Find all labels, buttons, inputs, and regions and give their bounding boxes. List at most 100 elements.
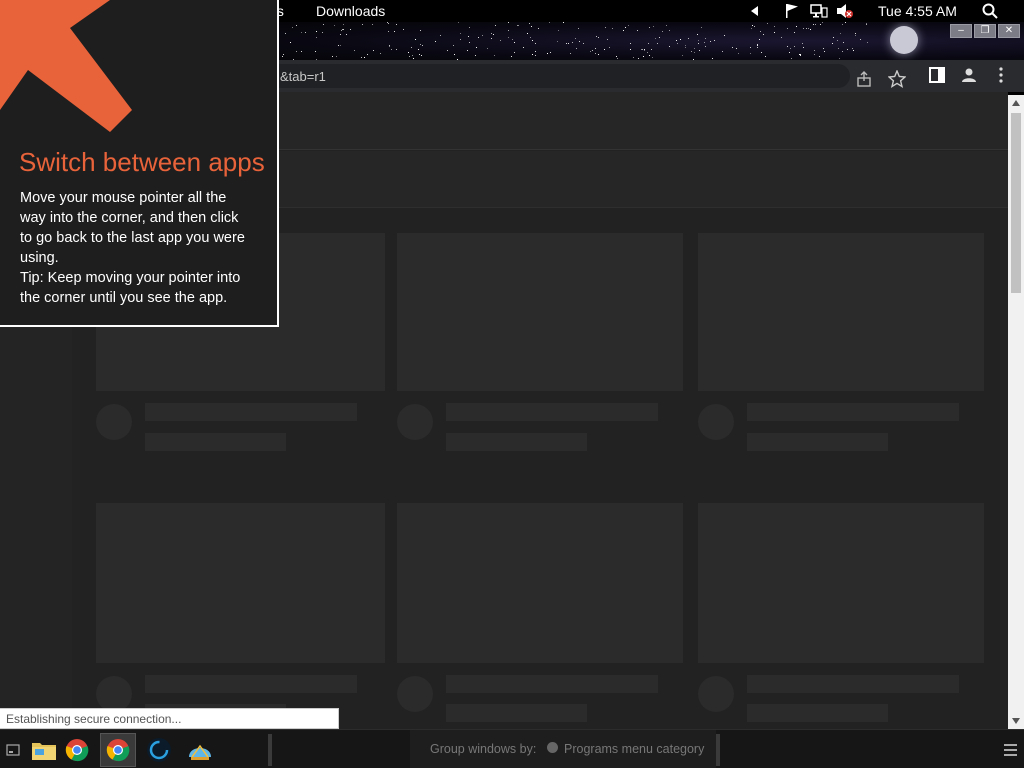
star-decoration	[557, 41, 558, 42]
star-decoration	[644, 49, 645, 50]
star-decoration	[531, 26, 532, 27]
side-panel-icon[interactable]	[928, 66, 948, 86]
star-decoration	[570, 53, 571, 54]
star-decoration	[388, 31, 389, 32]
browser-toolbar: &tab=r1	[270, 60, 1024, 92]
star-decoration	[532, 54, 533, 55]
taskbar: Group windows by: Programs menu category	[0, 729, 1024, 768]
star-decoration	[609, 47, 610, 48]
minimize-button[interactable]: –	[950, 24, 972, 38]
shell-app-icon[interactable]	[182, 733, 218, 767]
title-placeholder	[747, 675, 959, 693]
star-decoration	[389, 46, 390, 47]
star-decoration	[598, 37, 599, 38]
star-decoration	[853, 50, 854, 51]
star-decoration	[808, 28, 809, 29]
star-decoration	[676, 40, 677, 41]
star-decoration	[458, 22, 459, 23]
star-decoration	[705, 46, 706, 47]
star-decoration	[754, 26, 755, 27]
star-decoration	[596, 36, 597, 37]
search-icon[interactable]	[982, 2, 998, 20]
close-button[interactable]: ✕	[998, 24, 1020, 38]
avatar-placeholder	[397, 404, 433, 440]
star-decoration	[460, 39, 461, 40]
share-icon[interactable]	[856, 70, 876, 90]
star-decoration	[482, 35, 483, 36]
flag-icon[interactable]	[784, 2, 800, 20]
star-decoration	[685, 45, 686, 46]
scroll-up-arrow-icon[interactable]	[1012, 100, 1020, 106]
more-menu-icon[interactable]	[992, 66, 1012, 86]
desktop-screen: ts Downloads Tue 4:55 AM – ❐ ✕ &tab=r1	[0, 0, 1024, 768]
downloads-menu[interactable]: Downloads	[316, 3, 385, 19]
sidebar-placeholder	[0, 327, 72, 729]
profile-icon[interactable]	[960, 66, 980, 86]
star-decoration	[712, 58, 713, 59]
star-decoration	[467, 50, 468, 51]
group-windows-setting: Group windows by: Programs menu category	[410, 730, 716, 768]
file-manager-icon[interactable]	[26, 733, 62, 767]
circular-app-icon[interactable]	[141, 733, 177, 767]
scrollbar-thumb[interactable]	[1011, 113, 1021, 293]
connection-status-bubble: Establishing secure connection...	[0, 708, 339, 729]
star-decoration	[296, 25, 297, 26]
star-decoration	[704, 42, 705, 43]
scroll-down-arrow-icon[interactable]	[1012, 718, 1020, 724]
star-decoration	[590, 51, 591, 52]
star-decoration	[418, 49, 419, 50]
star-decoration	[415, 39, 416, 40]
star-decoration	[315, 51, 316, 52]
window-title-bar[interactable]: – ❐ ✕	[270, 22, 1024, 60]
star-decoration	[833, 37, 834, 38]
star-decoration	[579, 41, 580, 42]
star-decoration	[790, 48, 791, 49]
star-decoration	[763, 34, 764, 35]
star-decoration	[855, 35, 856, 36]
star-decoration	[814, 50, 815, 51]
star-decoration	[803, 28, 804, 29]
vertical-scrollbar[interactable]	[1008, 95, 1024, 729]
star-decoration	[617, 58, 618, 59]
hamburger-menu-icon[interactable]	[1004, 744, 1017, 759]
star-decoration	[595, 53, 596, 54]
clock[interactable]: Tue 4:55 AM	[878, 3, 957, 19]
star-decoration	[736, 48, 737, 49]
star-decoration	[822, 22, 823, 23]
chrome-window-task[interactable]	[100, 733, 136, 767]
star-decoration	[391, 49, 392, 50]
tooltip-line: way into the corner, and then click	[20, 210, 239, 226]
star-decoration	[680, 39, 681, 40]
show-desktop-icon[interactable]	[0, 733, 26, 767]
star-decoration	[630, 49, 631, 50]
star-decoration	[592, 50, 593, 51]
star-decoration	[819, 56, 820, 57]
star-decoration	[724, 35, 725, 36]
star-decoration	[550, 52, 551, 53]
star-decoration	[760, 31, 761, 32]
tray-left-arrow-icon[interactable]	[751, 2, 759, 20]
network-icon[interactable]	[810, 2, 828, 20]
star-decoration	[699, 50, 700, 51]
volume-muted-icon[interactable]	[836, 2, 854, 20]
star-decoration	[530, 37, 531, 38]
star-decoration	[842, 24, 843, 25]
star-decoration	[460, 33, 461, 34]
star-decoration	[523, 47, 524, 48]
star-decoration	[752, 25, 753, 26]
star-decoration	[316, 31, 317, 32]
star-decoration	[563, 22, 564, 23]
star-decoration	[583, 43, 584, 44]
star-decoration	[576, 48, 577, 49]
chrome-launcher-icon[interactable]	[59, 733, 95, 767]
restore-button[interactable]: ❐	[974, 24, 996, 38]
star-decoration	[403, 29, 404, 30]
star-decoration	[346, 34, 347, 35]
bookmark-star-icon[interactable]	[887, 69, 908, 90]
group-option-label[interactable]: Programs menu category	[564, 742, 704, 756]
star-decoration	[662, 31, 663, 32]
group-option-radio[interactable]	[547, 742, 558, 753]
address-field[interactable]: &tab=r1	[270, 64, 907, 88]
star-decoration	[794, 46, 795, 47]
star-decoration	[701, 27, 702, 28]
